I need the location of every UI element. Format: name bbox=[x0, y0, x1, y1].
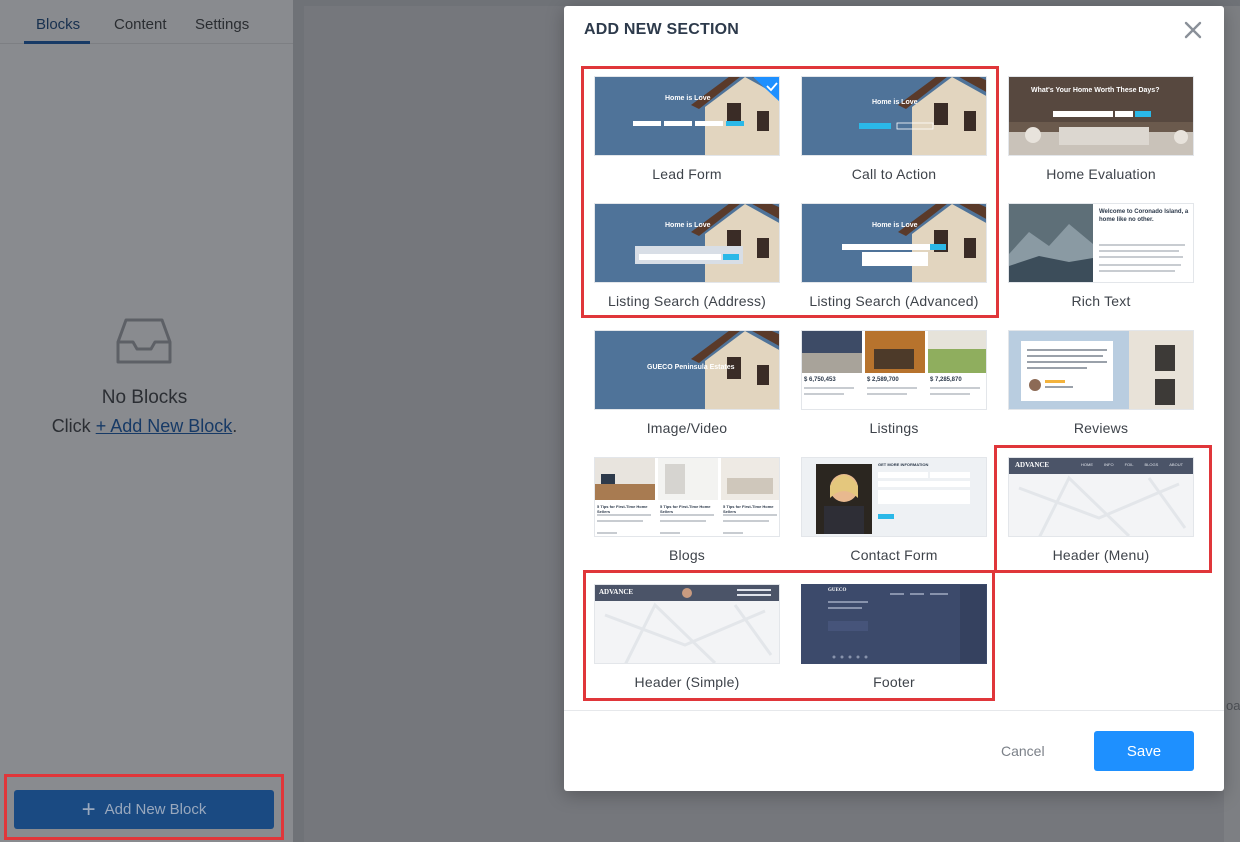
section-label: Header (Simple) bbox=[634, 674, 740, 690]
add-new-block-link[interactable]: + Add New Block bbox=[96, 416, 233, 436]
sidebar: Blocks Content Settings No Blocks Click … bbox=[0, 0, 293, 842]
rich-text-heading: Welcome to Coronado Island, a home like … bbox=[1099, 209, 1189, 223]
footer-logo: GUECO bbox=[828, 588, 847, 593]
modal-title: ADD NEW SECTION bbox=[584, 21, 739, 38]
add-new-block-button[interactable]: + Add New Block bbox=[14, 790, 274, 829]
image-video-thumbnail: GUECO Peninsula Estates bbox=[594, 330, 780, 410]
section-label: Listings bbox=[869, 420, 919, 436]
header-menu-thumbnail: ADVANCE HOME INFO FOIL BLOGS ABOUT bbox=[1008, 457, 1194, 537]
tab-blocks[interactable]: Blocks bbox=[36, 16, 80, 33]
empty-state-hint: Click + Add New Block. bbox=[0, 416, 289, 437]
add-section-modal: ADD NEW SECTION Home is Love Lead Form H… bbox=[564, 6, 1224, 791]
modal-footer-divider bbox=[564, 710, 1224, 711]
home-evaluation-thumbnail: What's Your Home Worth These Days? bbox=[1008, 76, 1194, 156]
add-new-block-label: Add New Block bbox=[104, 801, 207, 818]
tab-settings[interactable]: Settings bbox=[195, 16, 249, 33]
header-menu-nav-item: INFO bbox=[1104, 462, 1114, 467]
section-label: Listing Search (Address) bbox=[607, 293, 767, 309]
blog-title-3: 5 Tips for First-Time Home Sellers bbox=[723, 504, 774, 514]
section-label: Blogs bbox=[668, 547, 706, 563]
section-label: Lead Form bbox=[652, 166, 722, 182]
image-video-hero-text: GUECO Peninsula Estates bbox=[647, 364, 735, 371]
blog-title-1: 5 Tips for First-Time Home Sellers bbox=[597, 504, 648, 514]
header-simple-thumbnail: ADVANCE bbox=[594, 584, 780, 664]
inbox-icon bbox=[116, 318, 172, 364]
header-menu-nav: HOME INFO FOIL BLOGS ABOUT bbox=[1081, 462, 1183, 467]
section-label: Contact Form bbox=[850, 547, 938, 563]
call-to-action-hero-text: Home is Love bbox=[872, 99, 918, 106]
header-menu-nav-item: BLOGS bbox=[1144, 462, 1159, 467]
header-menu-nav-item: ABOUT bbox=[1169, 462, 1184, 467]
contact-form-thumbnail: GET MORE INFORMATION bbox=[801, 457, 987, 537]
header-simple-logo: ADVANCE bbox=[599, 588, 634, 596]
listing-price-1: $ 6,750,453 bbox=[804, 377, 836, 383]
cancel-button[interactable]: Cancel bbox=[1001, 743, 1045, 759]
section-label: Call to Action bbox=[851, 166, 937, 182]
lead-form-hero-text: Home is Love bbox=[665, 95, 711, 102]
listing-search-address-thumbnail: Home is Love bbox=[594, 203, 780, 283]
header-menu-nav-item: FOIL bbox=[1124, 462, 1134, 467]
contact-form-heading: GET MORE INFORMATION bbox=[878, 462, 929, 467]
listing-price-2: $ 2,589,700 bbox=[867, 377, 899, 383]
active-tab-indicator bbox=[24, 41, 90, 44]
section-label: Home Evaluation bbox=[1046, 166, 1156, 182]
empty-state-prefix: Click bbox=[51, 416, 91, 436]
home-evaluation-hero-text: What's Your Home Worth These Days? bbox=[1031, 87, 1160, 94]
section-label: Reviews bbox=[1073, 420, 1129, 436]
listing-search-advanced-thumbnail: Home is Love bbox=[801, 203, 987, 283]
listing-search-advanced-hero-text: Home is Love bbox=[872, 222, 918, 229]
plus-icon: + bbox=[81, 795, 96, 823]
lead-form-thumbnail: Home is Love bbox=[594, 76, 780, 156]
close-icon[interactable] bbox=[1181, 18, 1205, 42]
empty-state-title: No Blocks bbox=[101, 387, 188, 408]
section-label: Listing Search (Advanced) bbox=[809, 293, 979, 309]
blog-title-2: 5 Tips for First-Time Home Sellers bbox=[660, 504, 711, 514]
section-label: Footer bbox=[873, 674, 915, 690]
save-button[interactable]: Save bbox=[1094, 731, 1194, 771]
canvas-right-strip bbox=[1224, 6, 1240, 842]
listings-thumbnail: $ 6,750,453 $ 2,589,700 $ 7,285,870 bbox=[801, 330, 987, 410]
section-label: Image/Video bbox=[646, 420, 728, 436]
section-label: Header (Menu) bbox=[1052, 547, 1150, 563]
listing-price-3: $ 7,285,870 bbox=[930, 377, 962, 383]
call-to-action-thumbnail: Home is Love bbox=[801, 76, 987, 156]
reviews-thumbnail bbox=[1008, 330, 1194, 410]
listing-search-address-hero-text: Home is Love bbox=[665, 222, 711, 229]
tab-content[interactable]: Content bbox=[114, 16, 167, 33]
canvas-text-fragment: oa bbox=[1226, 698, 1240, 713]
footer-thumbnail: GUECO bbox=[801, 584, 987, 664]
blogs-thumbnail: 5 Tips for First-Time Home Sellers 5 Tip… bbox=[594, 457, 780, 537]
rich-text-thumbnail: Welcome to Coronado Island, a home like … bbox=[1008, 203, 1194, 283]
header-menu-nav-item: HOME bbox=[1081, 462, 1093, 467]
header-menu-logo: ADVANCE bbox=[1015, 461, 1050, 469]
sidebar-tabs: Blocks Content Settings bbox=[0, 0, 293, 44]
empty-state-suffix: . bbox=[232, 416, 238, 436]
section-label: Rich Text bbox=[1071, 293, 1131, 309]
